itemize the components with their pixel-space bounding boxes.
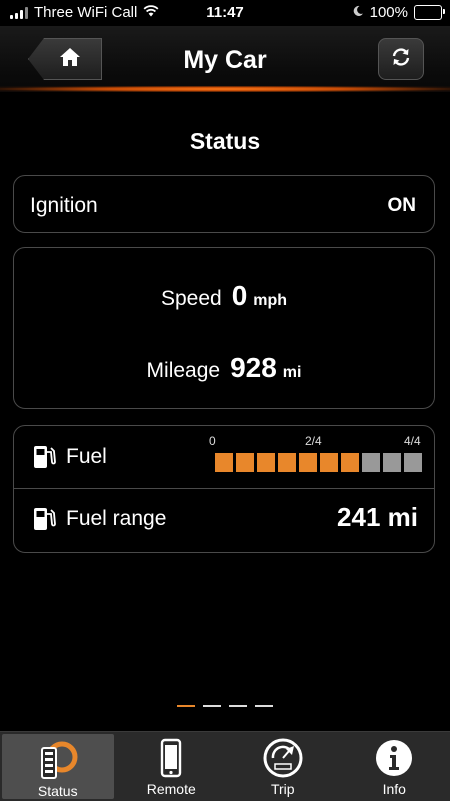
page-dot[interactable] [203,705,221,707]
tab-info[interactable]: Info [339,732,450,801]
header-glow [0,86,450,92]
refresh-button[interactable] [378,38,424,80]
speed-mileage-card: Speed 0 mph Mileage 928 mi [13,247,435,409]
ignition-value: ON [388,195,417,217]
status-icon [36,738,80,782]
tab-status[interactable]: Status [2,734,114,799]
fuel-segment [236,453,254,472]
fuel-segment [215,453,233,472]
tab-trip-label: Trip [271,781,295,797]
fuel-label: Fuel [66,445,107,469]
fuel-scale-half: 2/4 [305,434,322,448]
status-bar: Three WiFi Call 11:47 100% [0,0,450,26]
phone-icon [158,736,184,780]
tab-info-label: Info [383,781,406,797]
speed-label: Speed [161,287,222,311]
tab-remote-label: Remote [147,781,196,797]
fuel-range-label: Fuel range [66,507,166,531]
header: My Car [0,26,450,92]
fuel-pump-icon [32,444,56,470]
tab-remote[interactable]: Remote [116,732,228,801]
mileage-label: Mileage [147,359,221,383]
moon-icon [352,4,364,21]
fuel-scale-empty: 0 [209,434,216,448]
ignition-card: Ignition ON [13,175,435,233]
fuel-divider [14,488,434,489]
battery-icon [414,5,442,20]
trip-icon [261,736,305,780]
fuel-segment [383,453,401,472]
tab-trip[interactable]: Trip [227,732,339,801]
refresh-icon [390,46,412,73]
page-indicator[interactable] [0,705,450,707]
info-icon [374,736,414,780]
fuel-segment [278,453,296,472]
mileage-value: 928 [230,352,277,384]
page-dot[interactable] [229,705,247,707]
speed-value: 0 [232,280,248,312]
fuel-segment [299,453,317,472]
speed-row: Speed 0 mph [14,280,434,312]
fuel-scale: 0 2/4 4/4 [209,434,429,448]
fuel-scale-full: 4/4 [404,434,421,448]
battery-percent: 100% [370,4,408,21]
fuel-segment [257,453,275,472]
fuel-range-pump-icon [32,506,56,532]
mileage-unit: mi [283,364,302,382]
mileage-row: Mileage 928 mi [14,352,434,384]
speed-unit: mph [253,292,287,310]
fuel-range-value: 241 mi [337,502,418,533]
fuel-segment [404,453,422,472]
tab-status-label: Status [38,783,78,799]
page-dot[interactable] [177,705,195,707]
section-title: Status [0,128,450,155]
fuel-segment [320,453,338,472]
page-dot[interactable] [255,705,273,707]
fuel-card: Fuel 0 2/4 4/4 Fuel range 241 mi [13,425,435,553]
fuel-level-bar [215,453,422,472]
fuel-segment [341,453,359,472]
ignition-label: Ignition [30,194,98,218]
status-bar-right: 100% [352,4,442,21]
tab-bar: Status Remote Trip Info [0,731,450,801]
fuel-segment [362,453,380,472]
